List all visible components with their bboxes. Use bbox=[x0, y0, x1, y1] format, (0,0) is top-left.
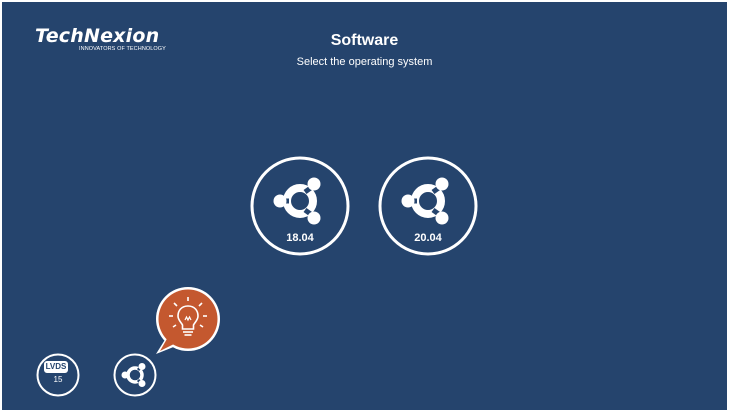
lvds-value: 15 bbox=[53, 375, 63, 384]
lvds-badge: LVDS bbox=[44, 361, 68, 373]
tip-bubble[interactable] bbox=[152, 286, 224, 363]
screen: TechNexion INNOVATORS OF TECHNOLOGY Soft… bbox=[2, 2, 727, 410]
display-lvds-button[interactable]: LVDS 15 bbox=[36, 353, 80, 397]
os-option-18-04-button[interactable]: 18.04 bbox=[250, 156, 350, 256]
os-option-label: 18.04 bbox=[286, 232, 314, 244]
ubuntu-icon bbox=[113, 353, 157, 397]
os-shortcut-button[interactable] bbox=[113, 353, 157, 397]
os-option-label: 20.04 bbox=[414, 232, 442, 244]
lightbulb-icon bbox=[156, 287, 220, 354]
page-title: Software bbox=[330, 32, 399, 49]
os-option-20-04-button[interactable]: 20.04 bbox=[378, 156, 478, 256]
page-subtitle: Select the operating system bbox=[296, 56, 433, 68]
